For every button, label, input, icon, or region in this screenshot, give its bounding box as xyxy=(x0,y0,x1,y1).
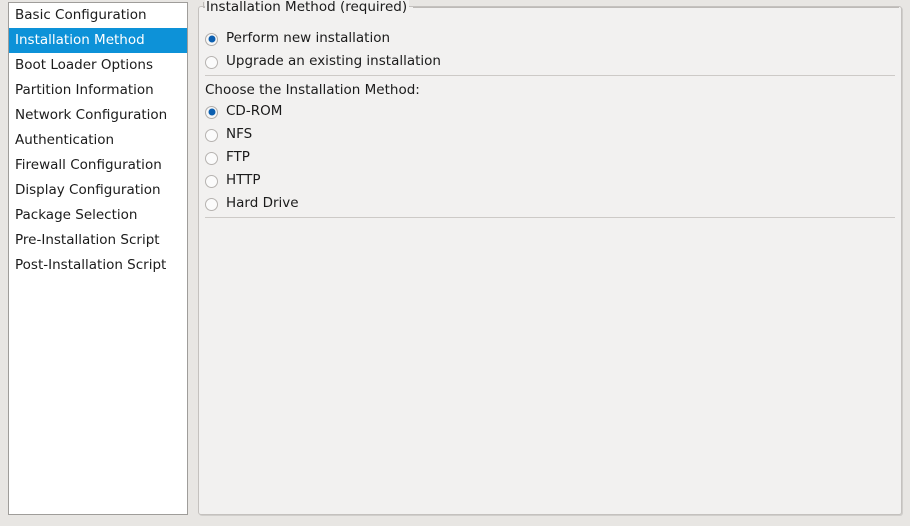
radio-label: NFS xyxy=(226,126,253,143)
radio-label: FTP xyxy=(226,149,250,166)
sidebar-item-label: Basic Configuration xyxy=(15,7,147,23)
sidebar-item-label: Firewall Configuration xyxy=(15,157,162,173)
sidebar-item-label: Installation Method xyxy=(15,32,145,48)
sidebar-item-label: Boot Loader Options xyxy=(15,57,153,73)
sidebar-item-firewall-configuration[interactable]: Firewall Configuration xyxy=(9,153,187,178)
sidebar-item-boot-loader-options[interactable]: Boot Loader Options xyxy=(9,53,187,78)
radio-perform-new-installation[interactable]: Perform new installation xyxy=(205,29,390,49)
radio-indicator-unchecked-icon[interactable] xyxy=(205,151,218,165)
sidebar-item-label: Package Selection xyxy=(15,207,138,223)
radio-method-hard-drive[interactable]: Hard Drive xyxy=(205,194,299,214)
radio-method-http[interactable]: HTTP xyxy=(205,171,261,191)
radio-label: HTTP xyxy=(226,172,261,189)
groupbox-title: Installation Method (required) xyxy=(205,0,410,15)
sidebar-item-label: Authentication xyxy=(15,132,115,148)
configuration-sections-list[interactable]: Basic Configuration Installation Method … xyxy=(8,2,188,515)
radio-label: Perform new installation xyxy=(226,30,391,47)
sidebar-item-network-configuration[interactable]: Network Configuration xyxy=(9,103,187,128)
radio-label: CD-ROM xyxy=(226,103,283,120)
radio-indicator-unchecked-icon[interactable] xyxy=(205,128,218,142)
sidebar-item-partition-information[interactable]: Partition Information xyxy=(9,78,187,103)
groupbox-border-top-right xyxy=(413,7,899,8)
sidebar-item-display-configuration[interactable]: Display Configuration xyxy=(9,178,187,203)
sidebar-item-authentication[interactable]: Authentication xyxy=(9,128,187,153)
sidebar-item-label: Network Configuration xyxy=(15,107,168,123)
sidebar-item-package-selection[interactable]: Package Selection xyxy=(9,203,187,228)
sidebar-item-label: Display Configuration xyxy=(15,182,161,198)
radio-label: Upgrade an existing installation xyxy=(226,53,441,70)
radio-indicator-unchecked-icon[interactable] xyxy=(205,174,218,188)
sidebar-item-label: Pre-Installation Script xyxy=(15,232,160,248)
radio-method-ftp[interactable]: FTP xyxy=(205,148,250,168)
choose-installation-method-heading: Choose the Installation Method: xyxy=(205,82,420,98)
radio-label: Hard Drive xyxy=(226,195,299,212)
radio-method-nfs[interactable]: NFS xyxy=(205,125,252,145)
radio-method-cd-rom[interactable]: CD-ROM xyxy=(205,102,282,122)
radio-indicator-checked-icon[interactable] xyxy=(205,105,218,119)
separator-bottom xyxy=(205,217,895,218)
sidebar-item-label: Post-Installation Script xyxy=(15,257,167,273)
radio-indicator-checked-icon[interactable] xyxy=(205,32,218,46)
sidebar-item-pre-installation-script[interactable]: Pre-Installation Script xyxy=(9,228,187,253)
sidebar-item-label: Partition Information xyxy=(15,82,154,98)
sidebar-item-installation-method[interactable]: Installation Method xyxy=(9,28,187,53)
radio-upgrade-existing-installation[interactable]: Upgrade an existing installation xyxy=(205,52,441,72)
separator-top xyxy=(205,75,895,76)
sidebar-item-basic-configuration[interactable]: Basic Configuration xyxy=(9,3,187,28)
sidebar-item-post-installation-script[interactable]: Post-Installation Script xyxy=(9,253,187,278)
radio-indicator-unchecked-icon[interactable] xyxy=(205,197,218,211)
radio-indicator-unchecked-icon[interactable] xyxy=(205,55,218,69)
installation-method-panel: Installation Method (required) Perform n… xyxy=(198,0,902,515)
